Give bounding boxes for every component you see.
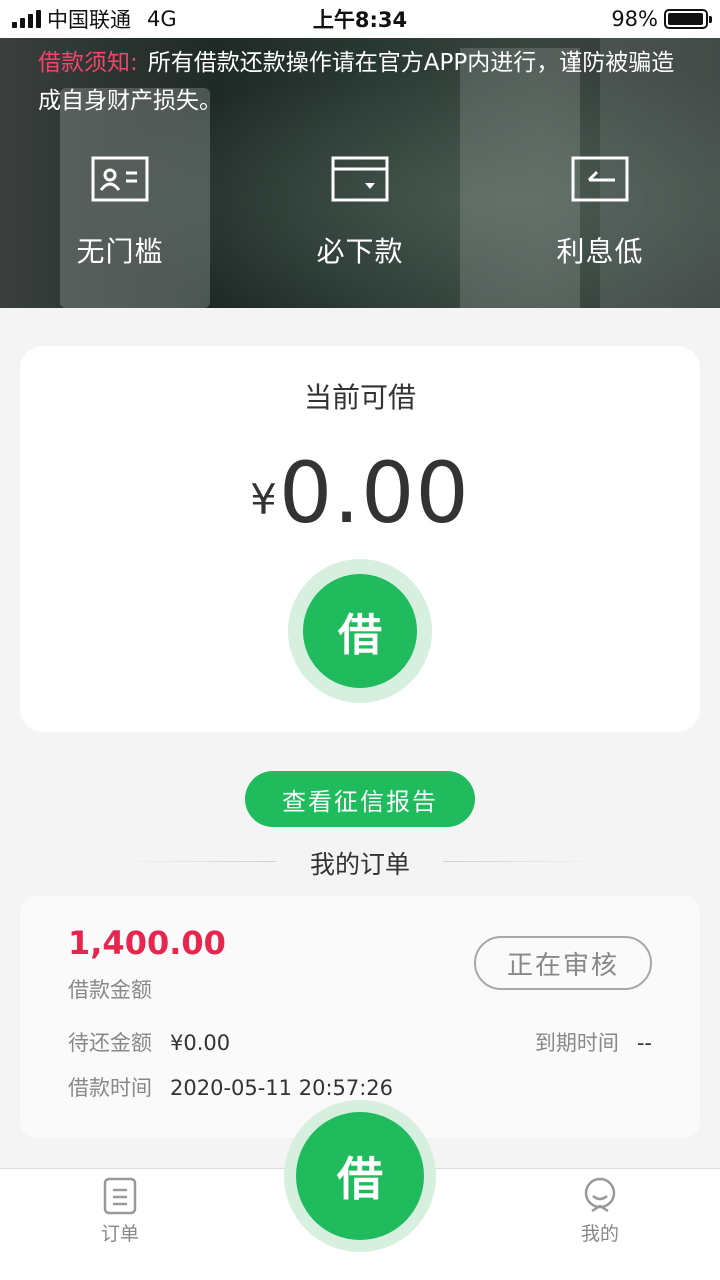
repay-amount-label: 待还金额	[68, 1031, 152, 1055]
tab-orders[interactable]: 订单	[80, 1177, 160, 1246]
divider	[443, 861, 601, 862]
battery-fill	[668, 13, 704, 25]
order-list-icon	[103, 1177, 137, 1215]
tab-orders-label: 订单	[100, 1223, 139, 1245]
user-icon	[584, 1177, 616, 1213]
battery-icon	[664, 9, 712, 29]
currency-symbol: ¥	[250, 475, 277, 524]
loan-time-row: 借款时间 2020-05-11 20:57:26	[68, 1072, 393, 1102]
due-date-row: 到期时间 --	[535, 1027, 652, 1057]
orders-heading: 我的订单	[0, 845, 720, 879]
tab-mine[interactable]: 我的	[560, 1177, 640, 1246]
available-credit-amount: ¥0.00	[20, 444, 700, 542]
tab-borrow-button[interactable]: 借	[284, 1100, 436, 1252]
notice-label: 借款须知:	[38, 50, 138, 76]
loan-time-label: 借款时间	[68, 1076, 152, 1100]
id-card-icon	[91, 156, 149, 202]
orders-title: 我的订单	[309, 850, 410, 879]
feature-label: 必下款	[316, 235, 404, 268]
available-credit-title: 当前可借	[303, 381, 416, 414]
return-arrow-icon	[571, 156, 629, 202]
loan-notice: 借款须知: 所有借款还款操作请在官方APP内进行，谨防被骗造成自身财产损失。	[38, 44, 688, 120]
hero-banner: 借款须知: 所有借款还款操作请在官方APP内进行，谨防被骗造成自身财产损失。 无门…	[0, 38, 720, 308]
borrow-button[interactable]: 借	[288, 559, 432, 703]
due-date-value: --	[636, 1031, 652, 1055]
battery-percent: 98%	[611, 7, 658, 31]
feature-guaranteed: 必下款	[240, 156, 480, 270]
borrow-button-label: 借	[303, 574, 417, 688]
repay-amount-row: 待还金额 ¥0.00	[68, 1027, 230, 1057]
repay-amount-value: ¥0.00	[170, 1031, 231, 1055]
status-badge: 正在审核	[474, 936, 652, 990]
available-credit-card: 当前可借 ¥0.00 借	[20, 346, 700, 732]
status-bar: 中国联通 4G 上午8:34 98%	[0, 0, 720, 38]
feature-low-interest: 利息低	[480, 156, 720, 270]
status-right: 98%	[611, 7, 712, 31]
loan-amount-label: 借款金额	[68, 978, 152, 1002]
loan-amount: 1,400.00	[68, 924, 226, 962]
wallet-icon	[331, 156, 389, 202]
due-date-label: 到期时间	[534, 1031, 619, 1055]
feature-label: 无门槛	[76, 235, 164, 268]
amount-value: 0.00	[278, 444, 470, 542]
view-credit-report-button[interactable]: 查看征信报告	[245, 771, 475, 827]
loan-time-value: 2020-05-11 20:57:26	[170, 1076, 394, 1100]
feature-no-threshold: 无门槛	[0, 156, 240, 270]
tab-borrow-label: 借	[296, 1112, 424, 1240]
feature-list: 无门槛 必下款 利息低	[0, 156, 720, 270]
feature-label: 利息低	[556, 235, 644, 268]
tab-mine-label: 我的	[580, 1223, 619, 1245]
